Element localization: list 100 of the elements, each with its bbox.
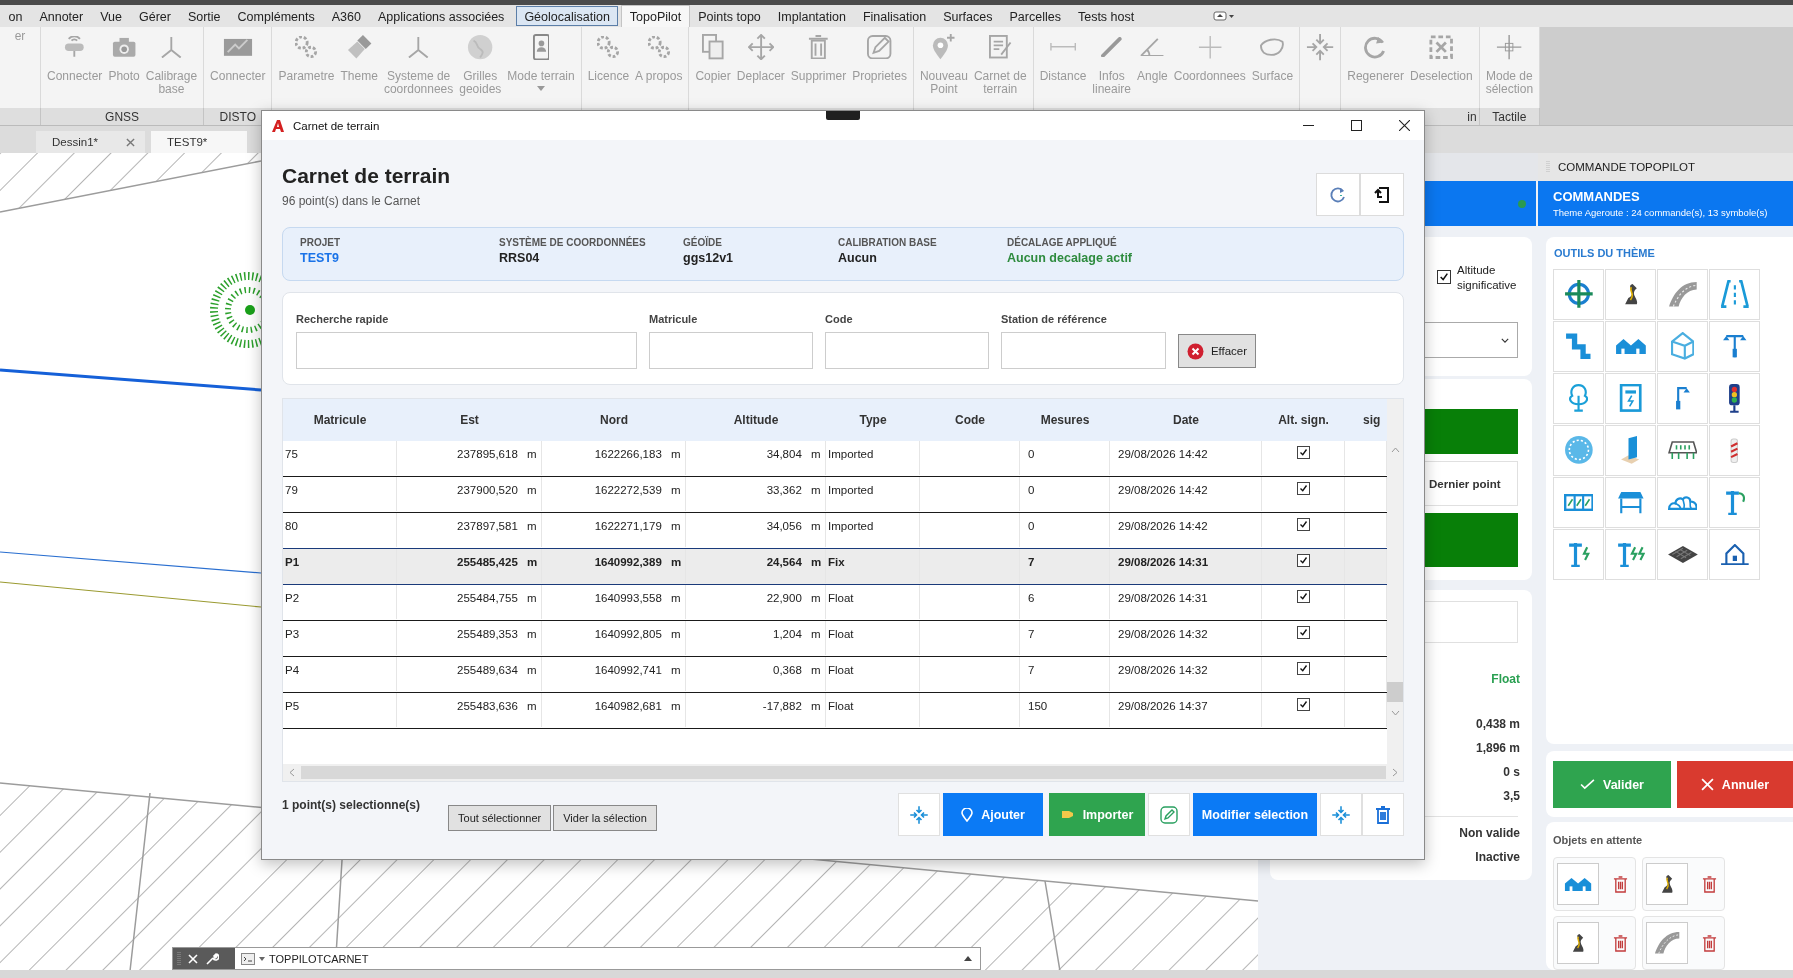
checkbox[interactable] bbox=[1296, 482, 1310, 495]
tool-button[interactable] bbox=[1553, 268, 1604, 320]
tool-button[interactable] bbox=[1657, 372, 1708, 424]
column-header[interactable]: Matricule bbox=[283, 413, 397, 427]
checkbox[interactable] bbox=[1296, 554, 1310, 567]
scroll-thumb[interactable] bbox=[301, 766, 1386, 779]
scroll-down-icon[interactable] bbox=[1391, 710, 1400, 716]
scroll-up-icon[interactable] bbox=[1391, 447, 1400, 453]
trash-icon[interactable] bbox=[1702, 934, 1717, 952]
clear-selection-button[interactable]: Vider la sélection bbox=[553, 805, 657, 831]
column-header[interactable]: Nord bbox=[542, 413, 686, 427]
scroll-left-icon[interactable] bbox=[289, 768, 295, 777]
table-row[interactable]: 80 237897,581 m 1622271,179 m 34,056 m Imported 0 29/08/2026 14:42 bbox=[283, 513, 1387, 549]
ribbon-tab[interactable]: Applications associées bbox=[369, 5, 513, 27]
edit-button[interactable] bbox=[1148, 793, 1190, 836]
tool-button[interactable] bbox=[1709, 372, 1760, 424]
ribbon-tab[interactable]: Gérer bbox=[130, 5, 180, 27]
tool-button[interactable] bbox=[1709, 320, 1760, 372]
collapse-button[interactable] bbox=[898, 793, 940, 836]
object-thumbnail[interactable] bbox=[1646, 922, 1688, 964]
trash-icon[interactable] bbox=[1613, 875, 1628, 893]
tool-button[interactable] bbox=[1657, 528, 1708, 580]
notebook-icon bbox=[989, 35, 1012, 59]
ribbon-tab[interactable]: Sortie bbox=[179, 5, 230, 27]
table-cell: P2 bbox=[283, 585, 397, 619]
checkbox[interactable] bbox=[1296, 662, 1310, 675]
ribbon-tab[interactable]: Surfaces bbox=[934, 5, 1001, 27]
laser-meter-icon bbox=[222, 37, 253, 57]
table-row[interactable]: P3 255489,353 m 1640992,805 m 1,204 m Float 7 29/08/2026 14:32 bbox=[283, 621, 1387, 657]
pencil-icon bbox=[867, 34, 892, 60]
collapse-button[interactable] bbox=[1320, 793, 1362, 836]
ribbon-tab[interactable]: Implantation bbox=[769, 5, 855, 27]
ribbon-tab[interactable]: A360 bbox=[323, 5, 370, 27]
ribbon-tab[interactable]: Vue bbox=[91, 5, 131, 27]
delete-button[interactable] bbox=[1362, 793, 1404, 836]
table-cell: 1622271,179 m bbox=[542, 513, 686, 547]
object-thumbnail[interactable] bbox=[1646, 863, 1688, 905]
object-thumbnail[interactable] bbox=[1557, 863, 1599, 905]
checkbox[interactable] bbox=[1296, 590, 1310, 603]
checkbox[interactable] bbox=[1296, 446, 1310, 459]
scroll-right-icon[interactable] bbox=[1392, 768, 1398, 777]
column-header[interactable]: Code bbox=[920, 413, 1020, 427]
column-header[interactable]: Altitude bbox=[686, 413, 826, 427]
document-tab[interactable]: TEST9* bbox=[151, 131, 248, 153]
column-header[interactable]: Est bbox=[397, 413, 542, 427]
input-field[interactable] bbox=[1001, 332, 1166, 369]
input-field[interactable] bbox=[296, 332, 637, 369]
trash-icon[interactable] bbox=[1613, 934, 1628, 952]
checkbox[interactable] bbox=[1296, 518, 1310, 531]
tool-button[interactable] bbox=[1709, 528, 1760, 580]
ribbon-tab[interactable]: Compléments bbox=[229, 5, 324, 27]
ribbon-tab[interactable]: Tests host bbox=[1069, 5, 1143, 27]
table-cell: 0 bbox=[1020, 441, 1110, 475]
checkbox[interactable] bbox=[1296, 626, 1310, 639]
ribbon-tab[interactable]: Finalisation bbox=[854, 5, 935, 27]
scroll-thumb[interactable] bbox=[1387, 682, 1403, 702]
object-thumbnail[interactable] bbox=[1557, 922, 1599, 964]
checkbox[interactable] bbox=[1296, 698, 1310, 711]
checkbox[interactable] bbox=[1437, 270, 1451, 284]
table-row[interactable]: P1 255485,425 m 1640992,389 m 24,564 m Fix 7 29/08/2026 14:31 bbox=[283, 548, 1387, 585]
cancel-button[interactable]: Annuler bbox=[1676, 761, 1793, 809]
close-icon[interactable] bbox=[126, 137, 136, 147]
modify-selection-button[interactable]: Modifier sélection bbox=[1193, 793, 1317, 836]
table-row[interactable]: P5 255483,636 m 1640982,681 m -17,882 m Float 150 29/08/2026 14:37 bbox=[283, 693, 1387, 729]
check-icon bbox=[1298, 556, 1308, 565]
tool-button[interactable] bbox=[1605, 268, 1656, 320]
add-button[interactable]: Ajouter bbox=[943, 793, 1043, 836]
table-cell: 1640993,558 m bbox=[542, 585, 686, 619]
export-button[interactable] bbox=[1360, 173, 1404, 216]
ribbon-tab[interactable]: Annoter bbox=[30, 5, 92, 27]
table-cell: 29/08/2026 14:32 bbox=[1110, 621, 1262, 655]
scrollbar[interactable] bbox=[1387, 399, 1403, 764]
brush-icon bbox=[346, 34, 372, 60]
houses-icon bbox=[1563, 876, 1593, 892]
ribbon-tab[interactable]: Parcelles bbox=[1001, 5, 1070, 27]
input-field[interactable] bbox=[649, 332, 813, 369]
caret-icon[interactable] bbox=[964, 956, 972, 961]
field-label: Recherche rapide bbox=[296, 313, 390, 325]
column-header[interactable]: Date bbox=[1110, 413, 1262, 427]
table-row[interactable]: P4 255489,634 m 1640992,741 m 0,368 m Float 7 29/08/2026 14:32 bbox=[283, 657, 1387, 693]
column-header[interactable]: Alt. sign. bbox=[1262, 413, 1345, 427]
column-header[interactable]: sig bbox=[1345, 413, 1387, 427]
table-row[interactable]: 75 237895,618 m 1622266,183 m 34,804 m Imported 0 29/08/2026 14:42 bbox=[283, 441, 1387, 477]
ribbon-tab[interactable]: Points topo bbox=[689, 5, 770, 27]
document-tab[interactable]: Dessin1* bbox=[36, 131, 146, 153]
wrench-icon[interactable] bbox=[205, 951, 219, 966]
scrollbar[interactable] bbox=[283, 764, 1403, 781]
command-input[interactable]: TOPPILOTCARNET bbox=[235, 948, 980, 969]
drag-handle[interactable] bbox=[826, 111, 860, 120]
input-field[interactable] bbox=[825, 332, 989, 369]
trash-icon[interactable] bbox=[1702, 875, 1717, 893]
table-row[interactable]: 79 237900,520 m 1622272,539 m 33,362 m Imported 0 29/08/2026 14:42 bbox=[283, 477, 1387, 513]
table-row[interactable]: P2 255484,755 m 1640993,558 m 22,900 m Float 6 29/08/2026 14:31 bbox=[283, 585, 1387, 621]
ribbon-tab[interactable]: TopoPilot bbox=[621, 5, 690, 27]
clear-button[interactable]: Effacer bbox=[1178, 334, 1256, 368]
select-all-button[interactable]: Tout sélectionner bbox=[448, 805, 552, 831]
ribbon-tab[interactable]: on bbox=[0, 5, 31, 27]
column-header[interactable]: Type bbox=[826, 413, 920, 427]
ribbon-tab[interactable]: Géolocalisation bbox=[515, 6, 619, 26]
column-header[interactable]: Mesures bbox=[1020, 413, 1110, 427]
